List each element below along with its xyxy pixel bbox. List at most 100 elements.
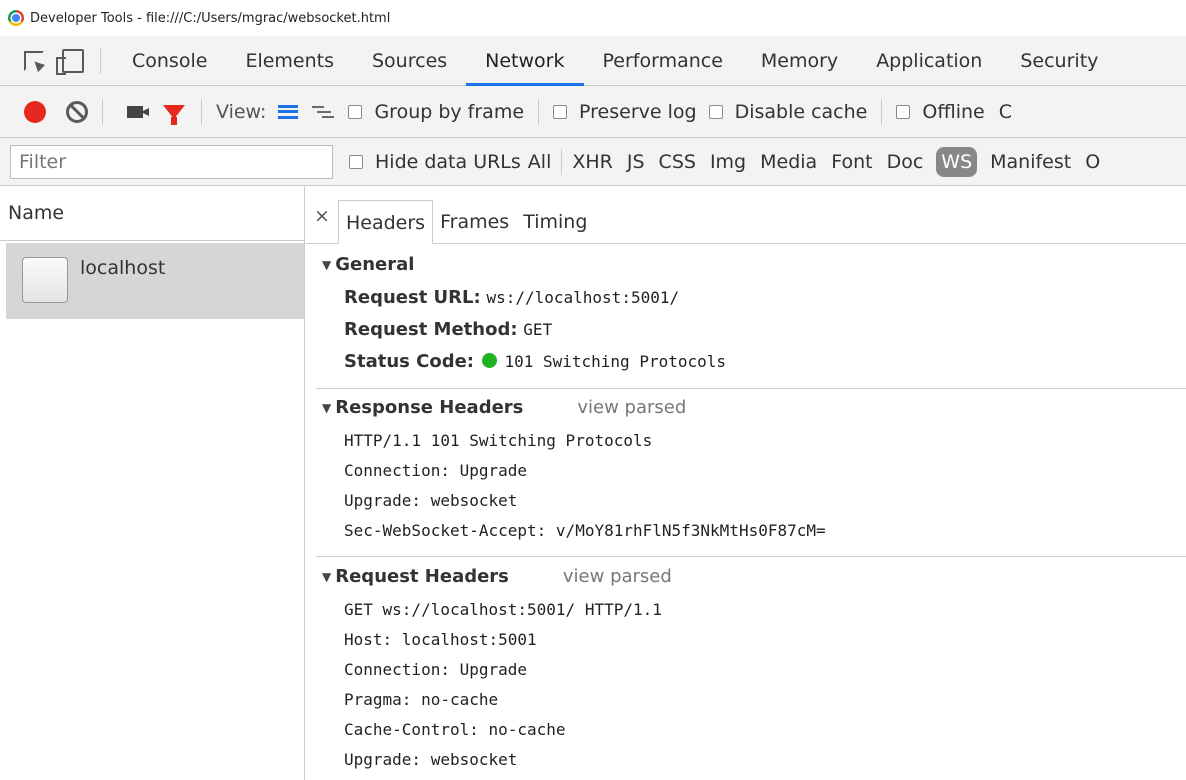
preserve-log-label: Preserve log <box>579 100 697 123</box>
divider <box>538 98 540 125</box>
status-code-value: 101 Switching Protocols <box>504 352 727 371</box>
response-header-line: Sec-WebSocket-Accept: v/MoY81rhFlN5f3NkM… <box>344 521 826 540</box>
divider <box>201 98 202 125</box>
request-url-row: Request URL: ws://localhost:5001/ <box>344 287 679 308</box>
divider <box>102 98 103 125</box>
clear-icon[interactable] <box>66 100 88 123</box>
checkbox[interactable] <box>708 104 723 119</box>
response-headers-section: ▼ Response Headers view parsed <box>322 397 1186 418</box>
filter-type-doc[interactable]: Doc <box>880 151 931 173</box>
filter-type-xhr[interactable]: XHR <box>565 151 620 173</box>
request-headers-section: ▼ Request Headers view parsed <box>322 566 1186 587</box>
checkbox[interactable] <box>348 104 363 119</box>
request-row[interactable]: localhost <box>6 243 304 319</box>
response-header-line: Connection: Upgrade <box>344 461 528 480</box>
window-titlebar: Developer Tools - file:///C:/Users/mgrac… <box>0 0 1186 36</box>
filter-type-ws[interactable]: WS <box>936 146 978 177</box>
capture-screenshots-icon[interactable] <box>127 105 149 118</box>
preserve-log-checkbox[interactable]: Preserve log <box>553 101 697 123</box>
offline-checkbox[interactable]: Offline <box>896 100 985 123</box>
filter-icon[interactable] <box>163 104 185 125</box>
disable-cache-checkbox[interactable]: Disable cache <box>708 100 868 123</box>
request-headers-header[interactable]: ▼ Request Headers view parsed <box>322 566 1186 587</box>
status-code-row: Status Code: 101 Switching Protocols <box>344 351 726 372</box>
name-column-header[interactable]: Name <box>0 186 304 241</box>
request-method-row: Request Method: GET <box>344 319 552 340</box>
filter-type-css[interactable]: CSS <box>652 151 703 173</box>
response-headers-title: Response Headers <box>335 397 524 418</box>
request-header-line: GET ws://localhost:5001/ HTTP/1.1 <box>344 600 662 619</box>
tab-console[interactable]: Console <box>113 36 226 86</box>
filter-type-manifest[interactable]: Manifest <box>983 151 1078 173</box>
devtools-tabbar: Console Elements Sources Network Perform… <box>0 36 1186 86</box>
divider <box>316 388 1186 389</box>
tab-performance[interactable]: Performance <box>584 36 742 86</box>
offline-label: Offline <box>922 100 985 123</box>
collapse-triangle-icon: ▼ <box>322 257 332 272</box>
checkbox[interactable] <box>896 104 911 119</box>
request-header-line: Connection: Upgrade <box>344 660 528 679</box>
divider <box>316 556 1186 557</box>
throttling-select[interactable]: C <box>999 101 1012 123</box>
response-header-line: Upgrade: websocket <box>344 491 518 510</box>
filter-type-all[interactable]: All <box>521 151 559 173</box>
divider <box>881 98 883 125</box>
request-url-value: ws://localhost:5001/ <box>486 288 680 307</box>
status-dot-icon <box>481 353 497 368</box>
device-toolbar-icon[interactable] <box>56 48 84 75</box>
tab-network[interactable]: Network <box>466 36 584 86</box>
collapse-triangle-icon: ▼ <box>322 569 332 584</box>
general-title: General <box>335 254 415 275</box>
tab-headers[interactable]: Headers <box>338 200 434 244</box>
hide-data-urls-checkbox[interactable]: Hide data URLs <box>349 151 521 173</box>
request-header-line: Cache-Control: no-cache <box>344 720 566 739</box>
request-header-line: Host: localhost:5001 <box>344 630 537 649</box>
filter-type-img[interactable]: Img <box>703 151 753 173</box>
hide-data-urls-label: Hide data URLs <box>375 150 521 173</box>
divider <box>100 47 101 74</box>
view-parsed-link[interactable]: view parsed <box>563 566 672 587</box>
record-button[interactable] <box>24 100 46 123</box>
filter-bar: Filter Hide data URLs All XHR JS CSS Img… <box>0 138 1186 186</box>
tab-memory[interactable]: Memory <box>742 36 857 86</box>
request-detail-panel: × Headers Frames Timing ▼ General Reques… <box>306 186 1186 780</box>
network-toolbar: View: Group by frame Preserve log Disabl… <box>0 86 1186 138</box>
close-icon[interactable]: × <box>306 205 338 227</box>
checkbox[interactable] <box>349 154 363 169</box>
tab-sources[interactable]: Sources <box>353 36 466 86</box>
large-rows-icon[interactable] <box>278 104 299 120</box>
request-method-key: Request Method: <box>344 319 518 340</box>
request-method-value: GET <box>523 320 553 339</box>
group-by-frame-label: Group by frame <box>374 100 525 123</box>
group-by-frame-checkbox[interactable]: Group by frame <box>348 101 524 123</box>
response-header-line: HTTP/1.1 101 Switching Protocols <box>344 431 653 450</box>
chrome-logo-icon <box>8 10 24 26</box>
tab-timing[interactable]: Timing <box>516 200 594 244</box>
detail-tabs: × Headers Frames Timing <box>306 186 1186 244</box>
filter-type-js[interactable]: JS <box>620 151 652 173</box>
request-name: localhost <box>80 257 166 279</box>
filter-type-media[interactable]: Media <box>753 151 824 173</box>
response-headers-header[interactable]: ▼ Response Headers view parsed <box>322 397 1186 418</box>
general-section: ▼ General <box>322 254 1186 275</box>
filter-type-other[interactable]: O <box>1078 151 1107 173</box>
checkbox[interactable] <box>553 104 568 119</box>
inspect-element-icon[interactable] <box>24 50 44 71</box>
overview-icon[interactable] <box>312 104 335 120</box>
tab-application[interactable]: Application <box>857 36 1001 86</box>
filter-type-font[interactable]: Font <box>824 151 879 173</box>
document-icon <box>22 257 68 303</box>
status-code-key: Status Code: <box>344 351 474 372</box>
tab-frames[interactable]: Frames <box>433 200 516 244</box>
disable-cache-label: Disable cache <box>734 100 868 123</box>
request-header-line: Upgrade: websocket <box>344 750 518 769</box>
tab-elements[interactable]: Elements <box>226 36 353 86</box>
tab-security[interactable]: Security <box>1001 36 1117 86</box>
request-header-line: Pragma: no-cache <box>344 690 499 709</box>
view-parsed-link[interactable]: view parsed <box>577 397 686 418</box>
window-title: Developer Tools - file:///C:/Users/mgrac… <box>30 10 391 26</box>
view-label: View: <box>216 100 267 123</box>
filter-input[interactable]: Filter <box>10 144 333 179</box>
general-header[interactable]: ▼ General <box>322 254 1186 275</box>
request-url-key: Request URL: <box>344 287 481 308</box>
